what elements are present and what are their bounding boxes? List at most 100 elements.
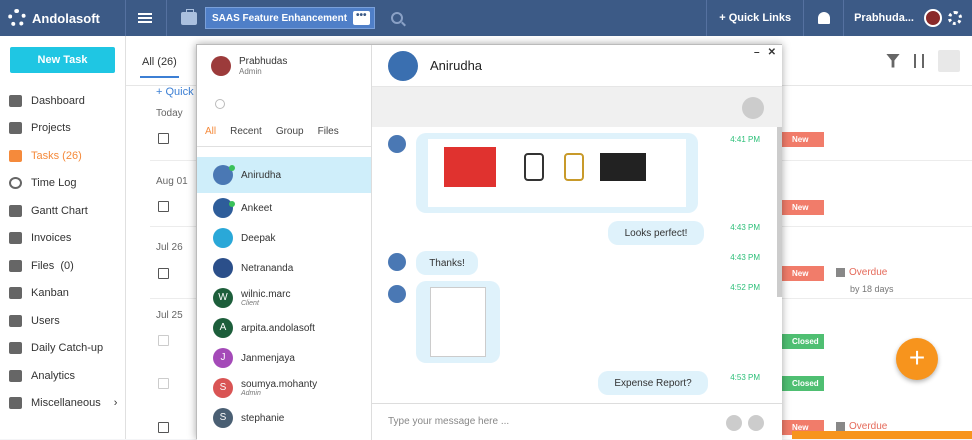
send-icon[interactable]	[748, 415, 764, 431]
grid-view-icon[interactable]	[938, 49, 960, 72]
task-checkbox[interactable]	[158, 335, 169, 346]
emoji-icon[interactable]	[726, 415, 742, 431]
filter-icon[interactable]	[886, 53, 900, 68]
calendar-icon	[836, 422, 845, 431]
contact-text: soumya.mohanty Admin	[241, 379, 317, 397]
contact-item[interactable]: Ssoumya.mohanty Admin	[197, 373, 371, 403]
sidebar-item-files[interactable]: Files (0)	[0, 252, 125, 280]
group-icon[interactable]	[742, 97, 764, 119]
contact-item[interactable]: Deepak	[197, 223, 371, 253]
contact-name: soumya.mohanty	[241, 379, 318, 390]
invoice-icon	[9, 232, 22, 245]
sidebar-item-label: Users	[31, 314, 60, 327]
sidebar-item-miscellaneous[interactable]: Miscellaneous ›	[0, 390, 125, 418]
contact-role: Client	[241, 300, 259, 307]
app-name: Andolasoft	[32, 10, 100, 26]
task-checkbox[interactable]	[158, 133, 169, 144]
sale-graphic	[444, 147, 496, 187]
task-checkbox[interactable]	[158, 378, 169, 389]
tab-all[interactable]: All (26)	[140, 44, 179, 78]
sidebar-item-invoices[interactable]: Invoices	[0, 225, 125, 253]
search-icon[interactable]	[390, 12, 403, 24]
contact-name: Netrananda	[241, 262, 294, 274]
divider	[166, 0, 167, 36]
sidebar-item-kanban[interactable]: Kanban	[0, 280, 125, 308]
my-profile: Prabhudas Admin	[197, 45, 371, 87]
settings-gear-icon[interactable]	[948, 11, 962, 25]
image-message[interactable]	[416, 281, 500, 363]
contact-item[interactable]: Netrananda	[197, 253, 371, 283]
user-name[interactable]: Prabhuda...	[844, 12, 924, 24]
quick-links-button[interactable]: + Quick Links	[706, 0, 805, 36]
new-task-button[interactable]: New Task	[10, 47, 115, 73]
avatar	[213, 258, 233, 278]
sidebar-item-label: Kanban	[31, 287, 69, 300]
task-checkbox[interactable]	[158, 201, 169, 212]
topbar-right: + Quick Links Prabhuda...	[706, 0, 972, 36]
image-message[interactable]	[416, 133, 698, 213]
close-button[interactable]: ✕	[768, 47, 776, 58]
status-badge: Closed	[782, 334, 824, 349]
minimize-button[interactable]: –	[754, 47, 760, 58]
notifications-button[interactable]	[804, 0, 845, 36]
task-checkbox[interactable]	[158, 422, 169, 433]
add-fab-button[interactable]: +	[896, 338, 938, 380]
sidebar-item-label: Tasks (26)	[31, 149, 82, 162]
sidebar-item-gantt-chart[interactable]: Gantt Chart	[0, 197, 125, 225]
window-controls: – ✕	[754, 47, 776, 58]
chevron-right-icon: ›	[113, 397, 118, 410]
my-name: Prabhudas	[239, 56, 288, 67]
help-bar[interactable]	[792, 431, 972, 439]
project-selector[interactable]: SAAS Feature Enhancement •••	[205, 7, 375, 29]
sidebar-item-tasks[interactable]: Tasks (26)	[0, 142, 125, 170]
briefcase-icon	[9, 122, 22, 135]
menu-icon[interactable]	[138, 13, 152, 23]
avatar	[388, 135, 406, 153]
sidebar-item-label: Gantt Chart	[31, 204, 88, 217]
my-profile-text: Prabhudas Admin	[239, 56, 287, 76]
contact-item[interactable]: Aarpita.andolasoft	[197, 313, 371, 343]
sidebar-item-label: Dashboard	[31, 94, 85, 107]
online-indicator	[229, 201, 235, 207]
logo[interactable]: Andolasoft	[0, 0, 126, 36]
contact-text: Ankeet	[241, 203, 272, 214]
tab-all[interactable]: All	[205, 126, 216, 137]
avatar	[388, 253, 406, 271]
contact-name: Ankeet	[241, 202, 273, 214]
tab-group[interactable]: Group	[276, 126, 304, 137]
sidebar-item-dashboard[interactable]: Dashboard	[0, 87, 125, 115]
message-input[interactable]: Type your message here ...	[372, 403, 782, 439]
briefcase-icon	[181, 8, 197, 25]
contact-item[interactable]: Sstephanie	[197, 403, 371, 433]
contact-item[interactable]: Wwilnic.marc Client	[197, 283, 371, 313]
task-checkbox[interactable]	[158, 268, 169, 279]
sidebar-item-label: Analytics	[31, 369, 76, 382]
conversation-toolbar	[372, 87, 782, 127]
sort-icon[interactable]	[914, 53, 924, 68]
project-more-button[interactable]: •••	[353, 11, 370, 25]
contact-item[interactable]: J Janmenjaya	[197, 343, 371, 373]
sidebar-item-analytics[interactable]: Analytics	[0, 362, 125, 390]
sidebar-item-users[interactable]: Users	[0, 307, 125, 335]
contact-item[interactable]: Ankeet	[197, 193, 371, 223]
contact-text: Janmenjaya	[241, 353, 295, 364]
sidebar-item-label: Time Log	[31, 177, 77, 190]
avatar: J	[213, 348, 233, 368]
message-bubble: Expense Report?	[598, 371, 708, 395]
contact-search[interactable]	[197, 87, 371, 117]
tab-recent[interactable]: Recent	[230, 126, 262, 137]
avatar	[211, 56, 231, 76]
sidebar-item-projects[interactable]: Projects	[0, 115, 125, 143]
contact-tabs: All Recent Group Files	[197, 117, 371, 147]
avatar[interactable]	[924, 9, 942, 27]
kanban-icon	[9, 287, 22, 300]
scrollbar[interactable]	[777, 127, 782, 297]
contact-text: arpita.andolasoft	[241, 323, 315, 334]
sidebar-item-daily-catch-up[interactable]: Daily Catch-up	[0, 335, 125, 363]
sidebar-item-time-log[interactable]: Time Log	[0, 170, 125, 198]
tab-files[interactable]: Files	[318, 126, 339, 137]
watch-graphic	[524, 153, 544, 181]
quick-add-link[interactable]: + Quick	[156, 86, 194, 98]
contact-item[interactable]: Anirudha	[197, 157, 371, 193]
contact-name: Deepak	[241, 232, 276, 244]
